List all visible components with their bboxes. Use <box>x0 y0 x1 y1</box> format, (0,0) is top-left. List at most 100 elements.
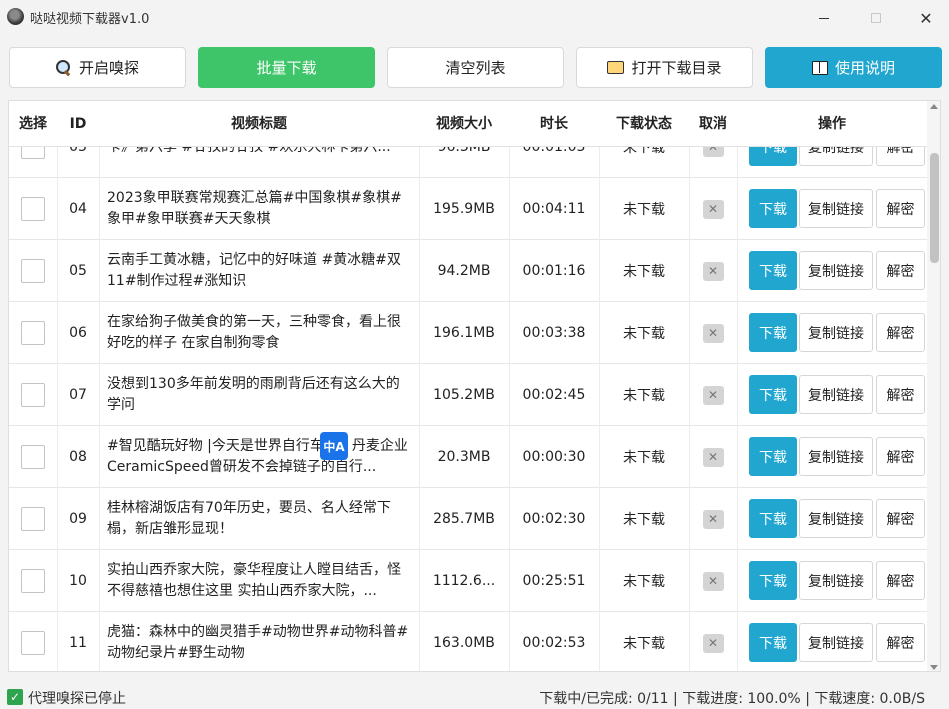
batch-download-button[interactable]: 批量下载 <box>198 47 375 88</box>
open-download-dir-button[interactable]: 打开下载目录 <box>576 47 753 88</box>
copy-link-button[interactable]: 复制链接 <box>799 189 873 228</box>
row-checkbox[interactable] <box>21 321 45 345</box>
select-cell <box>9 364 57 426</box>
copy-link-button[interactable]: 复制链接 <box>799 375 873 414</box>
title-bar: 哒哒视频下载器v1.0 ✕ <box>0 0 949 36</box>
status-cell: 未下载 <box>623 388 665 404</box>
title-cell: 卡》第六季 #甘孜的甘孜 #欢乐大林卡第六... <box>99 147 419 178</box>
row-checkbox[interactable] <box>21 197 45 221</box>
cancel-button[interactable]: ✕ <box>702 571 724 591</box>
download-button[interactable]: 下载 <box>749 251 797 290</box>
window-title: 哒哒视频下载器v1.0 <box>30 12 150 27</box>
minimize-button[interactable] <box>801 0 847 36</box>
title-cell: 2023象甲联赛常规赛汇总篇#中国象棋#象棋#象甲#象甲联赛#天天象棋 <box>99 178 419 240</box>
download-button[interactable]: 下载 <box>749 147 797 166</box>
copy-link-button[interactable]: 复制链接 <box>799 623 873 662</box>
scroll-thumb[interactable] <box>930 153 939 263</box>
download-button[interactable]: 下载 <box>749 623 797 662</box>
copy-link-button[interactable]: 复制链接 <box>799 437 873 476</box>
row-checkbox[interactable] <box>21 507 45 531</box>
decrypt-button[interactable]: 解密 <box>876 147 925 166</box>
copy-link-button[interactable]: 复制链接 <box>799 147 873 166</box>
row-checkbox[interactable] <box>21 147 45 159</box>
decrypt-button[interactable]: 解密 <box>876 189 925 228</box>
download-button[interactable]: 下载 <box>749 499 797 538</box>
column-divider <box>737 426 738 488</box>
copy-link-button[interactable]: 复制链接 <box>799 251 873 290</box>
title-cell: 虎猫：森林中的幽灵猎手#动物世界#动物科普#动物纪录片#野生动物 <box>99 612 419 671</box>
size-cell: 196.1MB <box>433 325 495 341</box>
open-download-dir-label: 打开下载目录 <box>631 59 722 77</box>
decrypt-button[interactable]: 解密 <box>876 251 925 290</box>
decrypt-button[interactable]: 解密 <box>876 313 925 352</box>
batch-download-label: 批量下载 <box>256 59 317 77</box>
cancel-button[interactable]: ✕ <box>702 509 724 529</box>
folder-icon <box>607 61 625 74</box>
id-cell: 10 <box>69 573 87 589</box>
download-button[interactable]: 下载 <box>749 189 797 228</box>
download-button[interactable]: 下载 <box>749 437 797 476</box>
help-button[interactable]: 使用说明 <box>765 47 942 88</box>
table-row: 05 云南手工黄冰糖，记忆中的好味道 #黄冰糖#双11#制作过程#涨知识 94.2M… <box>9 240 927 302</box>
row-checkbox[interactable] <box>21 569 45 593</box>
video-title: 没想到130多年前发明的雨刷背后还有这么大的学问 <box>107 376 400 413</box>
duration-cell: 00:03:38 <box>522 325 586 341</box>
copy-link-button[interactable]: 复制链接 <box>799 499 873 538</box>
select-cell <box>9 240 57 302</box>
book-icon <box>811 60 828 75</box>
duration-cell: 00:02:30 <box>522 511 586 527</box>
vertical-scrollbar[interactable] <box>927 101 940 671</box>
select-cell <box>9 147 57 178</box>
cancel-button[interactable]: ✕ <box>702 199 724 219</box>
cancel-cell: ✕ <box>689 178 737 240</box>
status-cell: 未下载 <box>623 326 665 342</box>
row-checkbox[interactable] <box>21 631 45 655</box>
clear-list-button[interactable]: 清空列表 <box>387 47 564 88</box>
maximize-button[interactable] <box>853 0 899 36</box>
download-button[interactable]: 下载 <box>749 375 797 414</box>
copy-link-button[interactable]: 复制链接 <box>799 313 873 352</box>
header-cancel: 取消 <box>699 116 727 132</box>
video-title: 卡》第六季 #甘孜的甘孜 #欢乐大林卡第六... <box>107 147 411 158</box>
decrypt-button[interactable]: 解密 <box>876 499 925 538</box>
cancel-button[interactable]: ✕ <box>702 261 724 281</box>
status-bar: ✓ 代理嗅探已停止 下载中/已完成: 0/11 | 下载进度: 100.0% |… <box>0 686 949 709</box>
scroll-up-icon[interactable] <box>930 104 938 109</box>
row-checkbox[interactable] <box>21 383 45 407</box>
decrypt-button[interactable]: 解密 <box>876 375 925 414</box>
proxy-status-text: 代理嗅探已停止 <box>28 691 126 707</box>
decrypt-button[interactable]: 解密 <box>876 437 925 476</box>
cancel-cell: ✕ <box>689 302 737 364</box>
column-divider <box>737 178 738 240</box>
cancel-button[interactable]: ✕ <box>702 147 724 157</box>
decrypt-button[interactable]: 解密 <box>876 623 925 662</box>
close-button[interactable]: ✕ <box>903 0 949 36</box>
select-cell <box>9 488 57 550</box>
id-cell: 03 <box>69 147 87 155</box>
row-checkbox[interactable] <box>21 445 45 469</box>
download-button[interactable]: 下载 <box>749 313 797 352</box>
header-id: ID <box>69 116 87 132</box>
copy-link-button[interactable]: 复制链接 <box>799 561 873 600</box>
video-table: 选择 ID 视频标题 视频大小 时长 下载状态 取消 操作 03 卡》第六季 #甘… <box>8 100 941 672</box>
row-checkbox[interactable] <box>21 259 45 283</box>
cancel-button[interactable]: ✕ <box>702 323 724 343</box>
cancel-button[interactable]: ✕ <box>702 633 724 653</box>
video-title: 在家给狗子做美食的第一天，三种零食，看上很好吃的样子 在家自制狗零食 <box>107 314 401 351</box>
translate-icon[interactable]: 中A <box>320 432 348 460</box>
cancel-button[interactable]: ✕ <box>702 385 724 405</box>
video-title: 2023象甲联赛常规赛汇总篇#中国象棋#象棋#象甲#象甲联赛#天天象棋 <box>107 190 402 227</box>
size-cell: 195.9MB <box>433 201 495 217</box>
decrypt-button[interactable]: 解密 <box>876 561 925 600</box>
scroll-down-icon[interactable] <box>930 665 938 670</box>
download-button[interactable]: 下载 <box>749 561 797 600</box>
size-cell: 285.7MB <box>433 511 495 527</box>
cancel-button[interactable]: ✕ <box>702 447 724 467</box>
download-summary-text: 下载中/已完成: 0/11 | 下载进度: 100.0% | 下载速度: 0.0… <box>539 691 925 707</box>
header-status: 下载状态 <box>616 116 672 132</box>
id-cell: 08 <box>69 449 87 465</box>
select-cell <box>9 550 57 612</box>
id-cell: 05 <box>69 263 87 279</box>
start-sniff-button[interactable]: 开启嗅探 <box>9 47 186 88</box>
header-duration: 时长 <box>540 116 568 132</box>
